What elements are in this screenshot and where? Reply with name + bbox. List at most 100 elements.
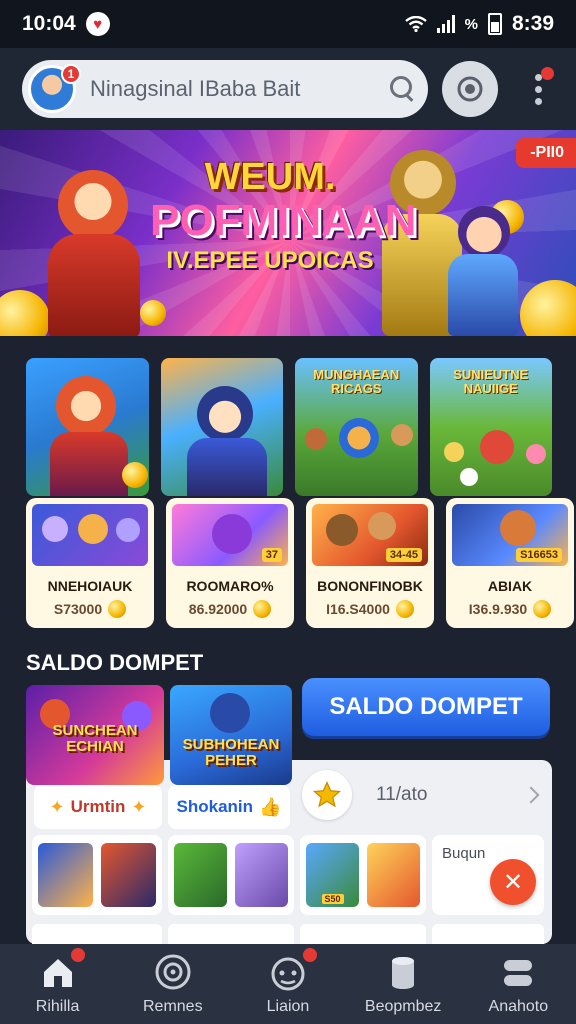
game-art-2[interactable] [160,358,283,496]
mini-thumb [367,843,420,907]
game-card-name: ROOMARO% [186,578,274,594]
promo-tile-middle[interactable]: SUBHOHEAN PEHER [170,685,292,785]
game-card-row: NNEHOIAUK S73000 37 ROOMARO% 86.92000 34… [26,498,574,628]
mini-game-card[interactable] [32,835,162,915]
saldo-dompet-button[interactable]: SALDO DOMPET [302,678,550,736]
game-card-tag: 37 [261,548,282,562]
nav-item-wallet[interactable]: Beopmbez [348,952,458,1016]
banner-title: WEUM. POFMINAAN IV.EPEE UPOICAS [150,157,417,273]
banner-corner-badge: -PII0 [516,138,576,168]
thumb-character [116,518,140,542]
game-art-character [305,428,327,450]
nav-item-profile[interactable]: Anahoto [463,952,573,1016]
mini-game-card[interactable] [168,835,294,915]
star-icon [312,780,342,808]
game-card[interactable]: 37 ROOMARO% 86.92000 [166,498,294,628]
top-header: 1 Ninagsinal IBaba Bait [0,48,576,130]
game-card-thumbnail: 34-45 [312,504,428,566]
tab-urmtin[interactable]: ✦ Urmtin ✦ [34,785,162,829]
section-title-saldo: SALDO DOMPET [26,650,204,675]
search-input[interactable]: Ninagsinal IBaba Bait [76,76,384,102]
shield-icon [457,76,483,102]
search-icon[interactable] [384,71,420,107]
status-left: 10:04 ♥ [22,12,110,36]
promo-tile-text: SUNCHEAN ECHIAN [52,722,138,755]
game-card-value: 86.92000 [188,601,248,617]
more-menu-button[interactable] [522,67,554,109]
game-card-thumbnail: 37 [172,504,288,566]
shield-button[interactable] [442,61,499,117]
thumb-character [212,514,252,554]
nav-item-games[interactable]: Remnes [118,952,228,1016]
game-art-character-body [186,438,267,496]
peek-card [32,924,162,946]
cylinder-icon [392,957,415,989]
nav-item-center[interactable]: Liaion [233,948,343,1016]
peek-card [432,924,544,946]
banner-hero-kid-body [448,254,518,336]
nav-label: Beopmbez [364,998,442,1015]
ornament-icon: ✦ [49,796,65,817]
status-bar: 10:04 ♥ % 8:39 [0,0,576,48]
nav-label: Liaion [266,998,310,1015]
menu-notification-dot [541,67,554,80]
game-art-character [339,418,379,458]
game-art-4[interactable]: SUNIEUTNE NAUIIGE [429,358,552,496]
banner-line-2: POFMINAAN [150,195,417,245]
game-card-value-row: S73000 [32,600,148,618]
game-art-1[interactable] [26,358,149,496]
thumbs-up-icon: 👍 [259,796,282,817]
avatar[interactable]: 1 [28,64,81,113]
status-time: 10:04 [22,12,76,35]
game-art-character [443,442,464,462]
favorite-button[interactable] [302,770,352,820]
game-card[interactable]: 34-45 BONONFINOBK I16.S4000 [306,498,434,628]
game-card-thumbnail [32,504,148,566]
nav-label: Rihilla [35,998,80,1015]
item-count: 11/ato [376,784,428,805]
notification-badge: 1 [61,64,81,84]
mini-info-card[interactable]: Buqun ✕ [432,835,544,915]
nav-label: Anahoto [488,998,549,1015]
game-card-value: I36.9.930 [468,601,528,617]
promo-character [210,693,250,733]
coin-icon [395,600,414,618]
thumb-character [368,512,396,540]
wifi-icon [404,16,427,32]
game-card-value: I16.S4000 [326,601,390,617]
nav-item-home[interactable]: Rihilla [3,948,113,1016]
game-card[interactable]: S16653 ABIAK I36.9.930 [446,498,574,628]
mini-thumb [235,843,288,907]
search-bar[interactable]: 1 Ninagsinal IBaba Bait [22,60,429,118]
game-art-3[interactable]: MUNGHAEAN RICAGS [295,358,418,496]
game-card-value-row: I16.S4000 [312,600,428,618]
peek-card [300,924,426,946]
promo-tile-text: SUBHOHEAN PEHER [182,736,280,769]
battery-percent-symbol: % [464,15,478,33]
game-art-character [196,386,253,442]
game-art-title: SUNIEUTNE NAUIIGE [453,367,529,397]
close-button[interactable]: ✕ [490,859,536,905]
promo-tile-left[interactable]: SUNCHEAN ECHIAN [26,685,164,785]
ornament-icon: ✦ [131,796,147,817]
game-card-value-row: 86.92000 [172,600,288,618]
game-card-thumbnail: S16653 [452,504,568,566]
signal-icon [436,15,455,33]
battery-icon [487,13,502,35]
nav-notification-dot [70,948,85,962]
heart-icon: ♥ [85,12,110,36]
banner-coin [140,300,166,326]
game-card-name: NNEHOIAUK [47,578,133,594]
banner-hero-fox [58,170,128,240]
nav-label: Remnes [142,998,203,1015]
coin-icon [253,600,272,618]
game-card-name: BONONFINOBK [317,578,423,594]
game-card[interactable]: NNEHOIAUK S73000 [26,498,154,628]
promo-banner[interactable]: WEUM. POFMINAAN IV.EPEE UPOICAS -PII0 [0,130,576,336]
mini-game-card[interactable]: S50 [300,835,426,915]
game-card-value-row: I36.9.930 [452,600,568,618]
mini-thumb: S50 [306,843,359,907]
tab-shokanin[interactable]: Shokanin 👍 [168,785,290,829]
tab-label: Urmtin [70,797,126,816]
game-art-row: MUNGHAEAN RICAGS SUNIEUTNE NAUIIGE [26,358,552,496]
